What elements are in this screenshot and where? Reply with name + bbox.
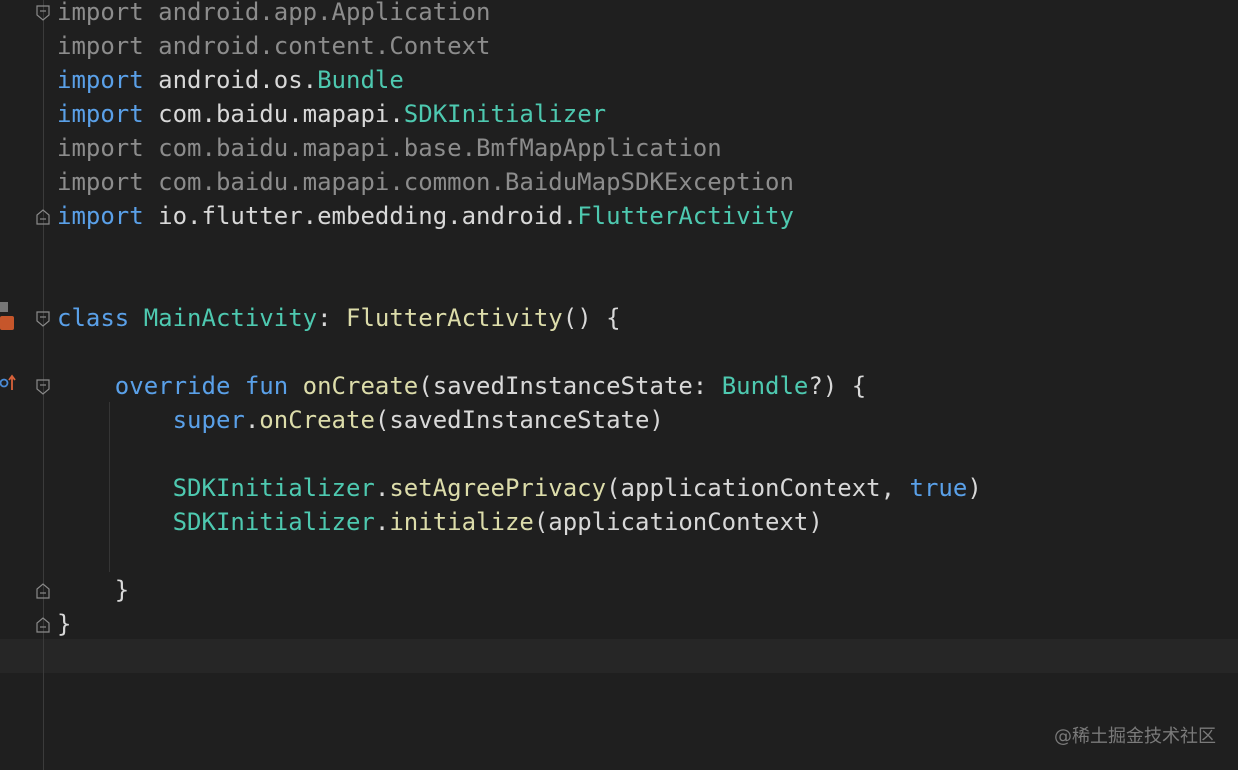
code-token: (savedInstanceState) (374, 406, 664, 434)
bookmark-icon[interactable] (0, 302, 8, 312)
code-token: ?) { (808, 372, 867, 400)
code-line[interactable]: import android.os.Bundle (57, 63, 404, 97)
code-line[interactable]: SDKInitializer.setAgreePrivacy(applicati… (57, 471, 982, 505)
override-gutter-icon[interactable] (0, 374, 16, 392)
code-token: super (172, 406, 245, 434)
code-editor[interactable]: import android.app.Application import and… (0, 0, 1238, 770)
fold-icon[interactable] (36, 5, 50, 21)
code-line[interactable]: import com.baidu.mapapi.SDKInitializer (57, 97, 606, 131)
code-line[interactable]: import android.app.Application (57, 0, 490, 29)
code-line[interactable]: SDKInitializer.initialize(applicationCon… (57, 505, 823, 539)
code-line[interactable]: import com.baidu.mapapi.common.BaiduMapS… (57, 165, 794, 199)
code-token: } (57, 610, 72, 638)
code-token: Bundle (317, 66, 404, 94)
code-token: . (244, 406, 260, 434)
code-line[interactable]: } (57, 573, 129, 607)
code-token: onCreate (259, 406, 375, 434)
code-token: } (57, 576, 130, 604)
code-token: import (57, 100, 144, 128)
code-token: import (57, 66, 144, 94)
code-token: . (374, 474, 390, 502)
fold-icon[interactable] (36, 583, 50, 599)
code-token: (applicationContext) (533, 508, 823, 536)
code-token: import android.content.Context (57, 32, 491, 60)
code-token: SDKInitializer (172, 474, 375, 502)
code-token: override (114, 372, 231, 400)
code-line[interactable]: super.onCreate(savedInstanceState) (57, 403, 664, 437)
code-token: import com.baidu.mapapi.base.BmfMapAppli… (57, 134, 722, 162)
code-token: ) (967, 474, 982, 502)
code-token: FlutterActivity (346, 304, 563, 332)
fold-icon[interactable] (36, 617, 50, 633)
code-token: class (57, 304, 130, 332)
code-token: import android.app.Application (57, 0, 491, 26)
fold-icon[interactable] (36, 209, 50, 225)
code-token: MainActivity (143, 304, 318, 332)
code-token: true (909, 474, 968, 502)
fold-icon[interactable] (36, 311, 50, 327)
code-token: setAgreePrivacy (389, 474, 607, 502)
code-line[interactable]: class MainActivity: FlutterActivity() { (57, 301, 621, 335)
code-token: import com.baidu.mapapi.common.BaiduMapS… (57, 168, 794, 196)
code-line[interactable]: } (57, 607, 71, 641)
fold-icon[interactable] (36, 379, 50, 395)
code-token: . (374, 508, 390, 536)
code-token: android.os. (143, 66, 318, 94)
code-token: com.baidu.mapapi. (143, 100, 404, 128)
code-token: () { (562, 304, 621, 332)
code-line[interactable]: import com.baidu.mapapi.base.BmfMapAppli… (57, 131, 722, 165)
code-token: import (57, 202, 144, 230)
watermark: @稀土掘金技术社区 (1054, 726, 1216, 747)
code-token: fun (244, 372, 289, 400)
code-token: FlutterActivity (577, 202, 794, 230)
run-gutter-icon[interactable] (0, 316, 14, 330)
code-token: onCreate (302, 372, 419, 400)
code-token: SDKInitializer (403, 100, 607, 128)
code-token: Bundle (721, 372, 809, 400)
code-line[interactable]: import android.content.Context (57, 29, 490, 63)
code-line[interactable]: override fun onCreate(savedInstanceState… (57, 369, 866, 403)
code-token: (applicationContext, (606, 474, 910, 502)
code-token: initialize (389, 508, 534, 536)
code-line[interactable]: import io.flutter.embedding.android.Flut… (57, 199, 794, 233)
code-token: SDKInitializer (172, 508, 375, 536)
code-token: : (317, 304, 346, 332)
code-token: (savedInstanceState: (418, 372, 722, 400)
current-line-highlight (0, 639, 1238, 673)
code-token: io.flutter.embedding.android. (143, 202, 578, 230)
